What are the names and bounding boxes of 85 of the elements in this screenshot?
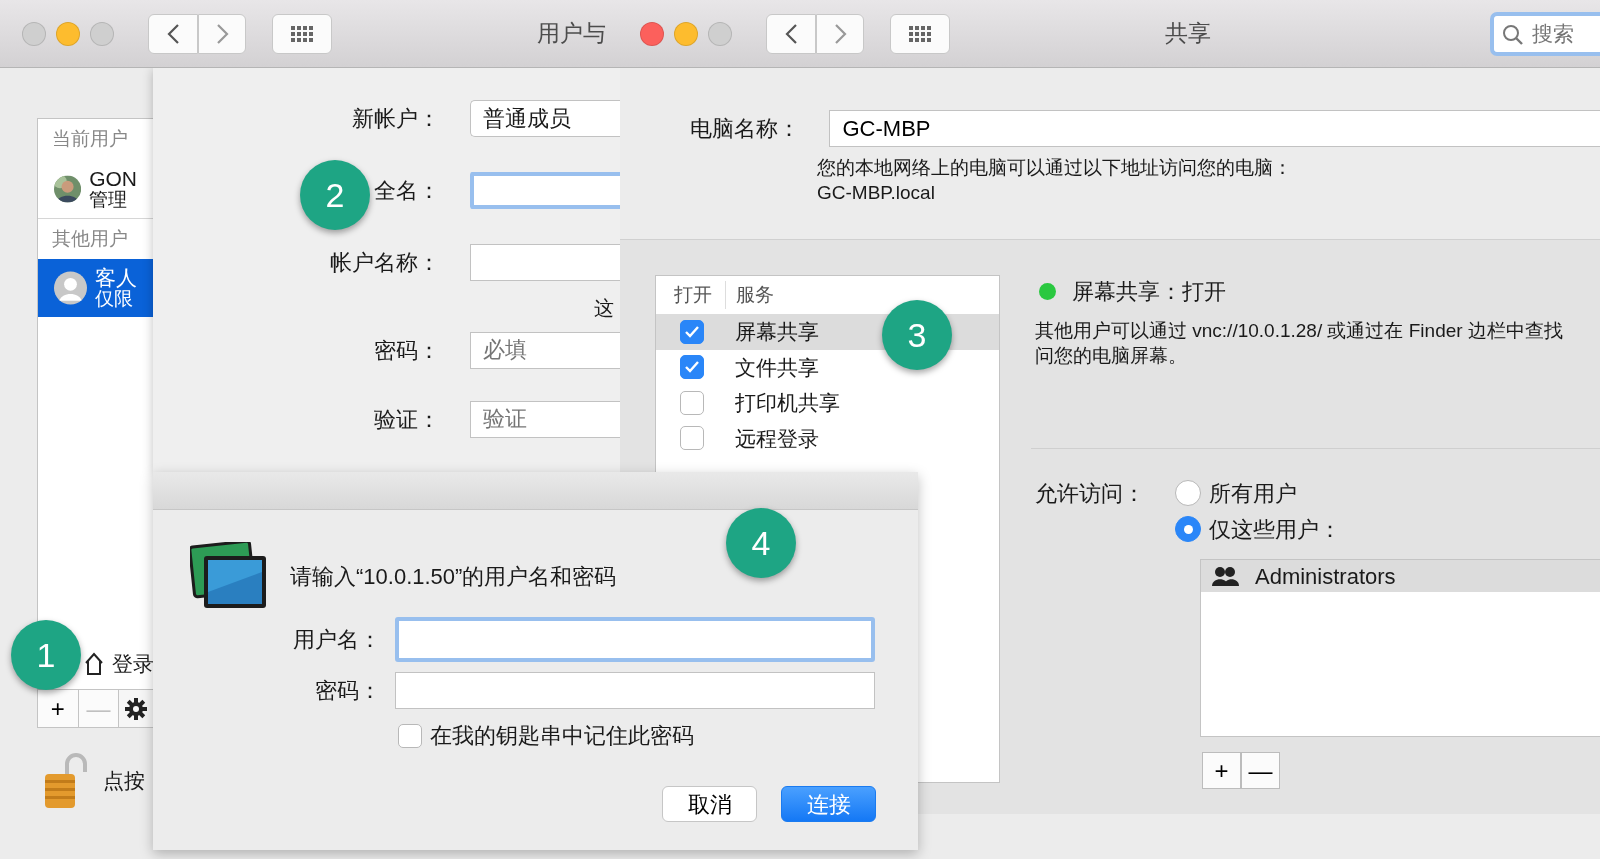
chevron-right-icon bbox=[832, 22, 848, 45]
service-row[interactable]: 打印机共享 bbox=[656, 385, 999, 421]
radio-button[interactable] bbox=[1175, 516, 1201, 542]
grid-icon bbox=[909, 25, 931, 42]
hint-text: 您的本地网络上的电脑可以通过以下地址访问您的电脑： bbox=[817, 156, 1293, 180]
checkmark-icon bbox=[684, 360, 700, 375]
user-row[interactable]: 客人 仅限 bbox=[38, 259, 153, 317]
remove-button[interactable]: — bbox=[1241, 752, 1280, 789]
service-name: 文件共享 bbox=[735, 354, 819, 381]
section-header: 当前用户 bbox=[51, 127, 129, 151]
user-name: 客人 bbox=[95, 266, 137, 290]
users-icon bbox=[1211, 566, 1239, 586]
input-field[interactable]: 必填 bbox=[470, 331, 620, 369]
add-button[interactable]: + bbox=[38, 690, 79, 727]
back-button[interactable] bbox=[766, 13, 816, 54]
field-label: 密码： bbox=[314, 677, 382, 705]
window-control[interactable] bbox=[708, 21, 732, 46]
address-text: GC-MBP.local bbox=[817, 181, 936, 205]
chevron-left-icon bbox=[783, 22, 799, 45]
cancel-button[interactable]: 取消 bbox=[662, 786, 757, 822]
access-label: 允许访问： bbox=[1035, 480, 1146, 508]
field-label: 密码： bbox=[374, 336, 440, 365]
checkbox[interactable] bbox=[680, 426, 704, 451]
lock-icon[interactable] bbox=[43, 752, 87, 810]
checkbox[interactable] bbox=[680, 390, 704, 415]
avatar bbox=[54, 270, 87, 306]
window-control[interactable] bbox=[22, 21, 46, 46]
show-all-button[interactable] bbox=[890, 13, 950, 54]
chevron-left-icon bbox=[165, 22, 181, 45]
input-field[interactable] bbox=[395, 617, 875, 662]
login-options-label: 登录 bbox=[112, 651, 154, 678]
user-role: 仅限 bbox=[95, 289, 134, 310]
field-label: 电脑名称： bbox=[690, 115, 801, 143]
description-text: 问您的电脑屏幕。 bbox=[1035, 344, 1188, 368]
back-button[interactable] bbox=[148, 13, 198, 54]
input-field[interactable] bbox=[470, 243, 620, 281]
dialog-prompt: 请输入“10.0.1.50”的用户名和密码 bbox=[290, 563, 618, 591]
window-control[interactable] bbox=[674, 21, 698, 46]
window-control[interactable] bbox=[56, 21, 80, 46]
option-label: 所有用户 bbox=[1209, 479, 1297, 508]
account-type-popup[interactable]: 普通成员 bbox=[470, 99, 620, 137]
lock-label: 点按 bbox=[103, 768, 145, 795]
house-icon bbox=[84, 652, 104, 676]
user-role: 管理 bbox=[89, 189, 129, 211]
user-row[interactable]: GON 管理 bbox=[38, 159, 153, 218]
service-row[interactable]: 远程登录 bbox=[656, 420, 999, 456]
service-name: 屏幕共享 bbox=[735, 319, 819, 345]
field-label: 用户名： bbox=[292, 626, 382, 654]
input-field[interactable] bbox=[470, 171, 620, 209]
column-header: 打开 bbox=[656, 280, 726, 310]
chevron-right-icon bbox=[214, 22, 230, 45]
window-control[interactable] bbox=[90, 21, 114, 46]
field-label: 全名： bbox=[374, 176, 440, 205]
user-group-row[interactable]: Administrators bbox=[1201, 560, 1600, 592]
status-title: 屏幕共享：打开 bbox=[1072, 278, 1226, 306]
radio-button[interactable] bbox=[1175, 480, 1201, 506]
field-label: 验证： bbox=[374, 405, 440, 434]
window-title: 用户与 bbox=[537, 19, 607, 49]
remember-checkbox[interactable]: 在我的钥匙串中记住此密码 bbox=[398, 719, 880, 752]
field-label: 新帐户： bbox=[352, 104, 440, 133]
field-label: 帐户名称： bbox=[330, 248, 440, 277]
forward-button[interactable] bbox=[816, 13, 864, 54]
user-name: GON bbox=[89, 166, 137, 190]
input-field[interactable]: 验证 bbox=[470, 400, 620, 438]
option-label: 仅这些用户： bbox=[1209, 515, 1341, 544]
computer-name-field[interactable]: GC-MBP bbox=[829, 110, 1600, 147]
description-text: 其他用户可以通过 vnc://10.0.1.28/ 或通过在 Finder 边栏中查找 bbox=[1035, 319, 1564, 343]
column-header: 服务 bbox=[735, 282, 774, 307]
window-control[interactable] bbox=[640, 21, 664, 46]
grid-icon bbox=[291, 25, 313, 42]
checkbox[interactable] bbox=[680, 319, 704, 344]
add-button[interactable]: + bbox=[1202, 752, 1241, 789]
search-icon bbox=[1502, 23, 1523, 45]
gear-icon[interactable] bbox=[124, 696, 149, 721]
checkbox[interactable] bbox=[680, 355, 704, 380]
input-field[interactable] bbox=[395, 672, 875, 709]
forward-button[interactable] bbox=[198, 13, 246, 54]
login-options-item[interactable]: 登录 bbox=[84, 639, 154, 689]
service-name: 打印机共享 bbox=[735, 390, 840, 416]
service-name: 远程登录 bbox=[735, 425, 819, 452]
search-field[interactable]: 搜索 bbox=[1490, 11, 1600, 56]
show-all-button[interactable] bbox=[272, 13, 332, 54]
hint-text: 这 bbox=[594, 296, 615, 321]
window-title: 共享 bbox=[1165, 19, 1211, 49]
checkmark-icon bbox=[684, 324, 700, 339]
